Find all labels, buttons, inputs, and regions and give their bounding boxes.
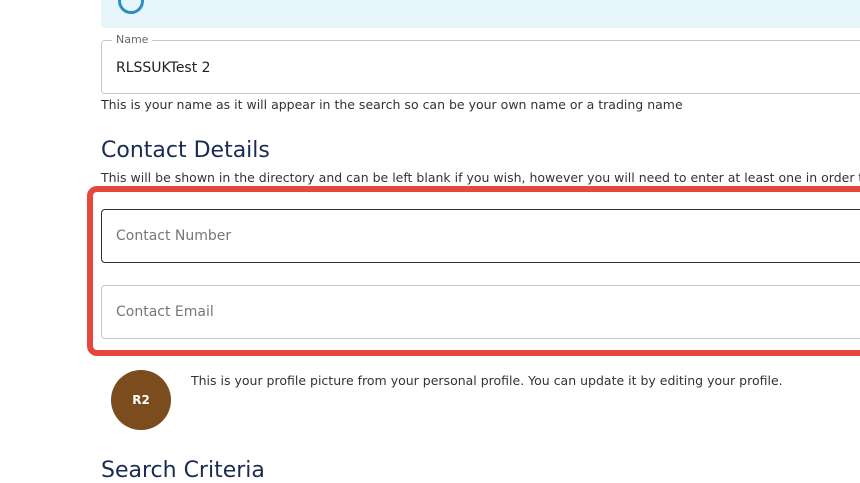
avatar-initials: R2 [132,393,150,407]
info-banner [101,0,860,28]
contact-email-input[interactable] [101,285,860,339]
name-helper-text: This is your name as it will appear in t… [101,97,683,112]
name-field-label: Name [112,33,153,46]
contact-details-description: This will be shown in the directory and … [101,170,860,185]
contact-details-heading: Contact Details [101,138,270,163]
profile-picture-note: This is your profile picture from your p… [191,373,783,388]
avatar: R2 [111,370,171,430]
name-field[interactable]: Name RLSSUKTest 2 [101,33,860,94]
contact-number-input[interactable] [101,209,860,263]
search-criteria-heading: Search Criteria [101,458,265,483]
name-field-value[interactable]: RLSSUKTest 2 [116,60,211,76]
